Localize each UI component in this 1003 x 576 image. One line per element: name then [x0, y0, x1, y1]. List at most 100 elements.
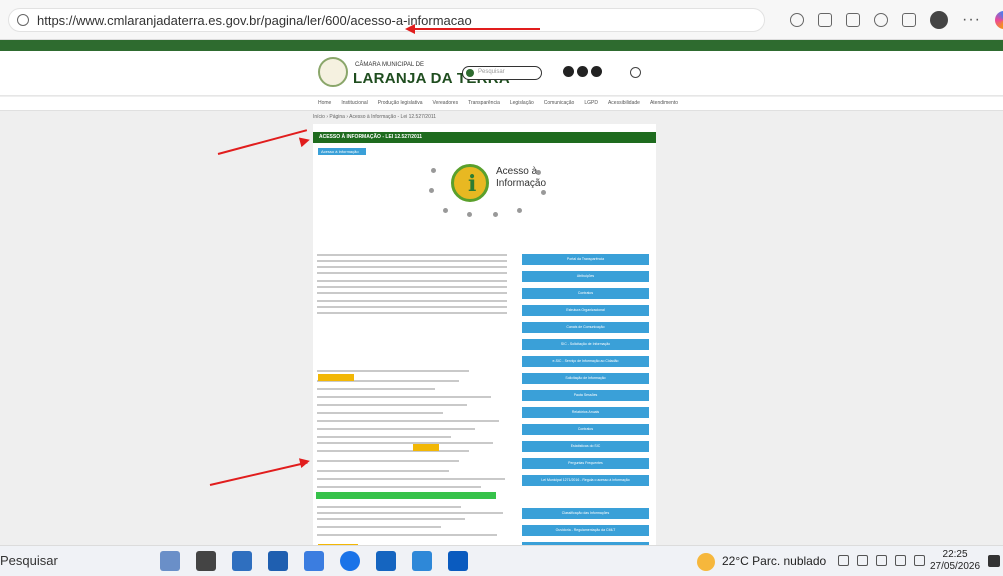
decor-dot-icon [536, 170, 541, 175]
text-line [317, 442, 493, 444]
refresh-icon[interactable] [874, 13, 888, 27]
snipping-tool-icon[interactable] [448, 551, 468, 571]
text-line [317, 300, 507, 302]
collections-icon[interactable] [902, 13, 916, 27]
text-line [317, 526, 441, 528]
text-line [317, 450, 469, 452]
nav-item[interactable]: Vereadores [433, 100, 459, 106]
weather-text[interactable]: 22°C Parc. nublado [722, 554, 826, 568]
decor-dot-icon [517, 208, 522, 213]
sidebar-button[interactable]: Contratos [522, 288, 649, 299]
reader-mode-icon[interactable] [818, 13, 832, 27]
highlighted-heading[interactable] [316, 492, 496, 499]
sidebar-button[interactable]: Solicitação de Informação [522, 373, 649, 384]
sidebar-button-label: Canais de Comunicação [566, 325, 605, 329]
nav-item[interactable]: Comunicação [544, 100, 575, 106]
youtube-icon[interactable] [591, 66, 602, 77]
system-tray [838, 555, 925, 566]
nav-item[interactable]: Transparência [468, 100, 500, 106]
sidebar-button[interactable]: Pauta Sessões [522, 390, 649, 401]
nav-item[interactable]: Home [318, 100, 331, 106]
weather-icon[interactable] [697, 553, 715, 571]
transparency-strip[interactable] [425, 40, 665, 51]
task-view-icon[interactable] [196, 551, 216, 571]
text-line [317, 292, 507, 294]
sidebar-button-label: Lei Municipal 1271/2016 - Regula o acess… [541, 478, 630, 482]
sidebar-button-label: Estatísticas do SIC [570, 444, 601, 448]
pen-icon[interactable] [895, 555, 906, 566]
breadcrumb[interactable]: Início › Página › Acesso à Informação - … [313, 114, 436, 120]
sidebar-button[interactable]: Estatísticas do SIC [522, 441, 649, 452]
network-icon[interactable] [857, 555, 868, 566]
sidebar-button[interactable]: e-SIC - Serviço de Informação ao Cidadão [522, 356, 649, 367]
category-tag[interactable]: Acesso à Informação [318, 148, 366, 155]
sidebar-button[interactable]: Lei Municipal 1271/2016 - Regula o acess… [522, 475, 649, 486]
file-explorer-icon[interactable] [232, 551, 252, 571]
category-tag-label: Acesso à Informação [321, 149, 359, 154]
decor-dot-icon [443, 208, 448, 213]
favorite-star-icon[interactable] [846, 13, 860, 27]
taskbar-search[interactable]: Pesquisar [0, 553, 58, 568]
battery-icon[interactable] [876, 555, 887, 566]
text-line [317, 486, 481, 488]
sidebar-button[interactable]: Portal da Transparência [522, 254, 649, 265]
sidebar-button[interactable]: Perguntas Frequentes [522, 458, 649, 469]
nav-item[interactable]: Acessibilidade [608, 100, 640, 106]
chevron-up-icon[interactable] [838, 555, 849, 566]
sidebar-button-label: SIC - Solicitação de Informação [560, 342, 611, 346]
sidebar-button-label: e-SIC - Serviço de Informação ao Cidadão [552, 359, 619, 363]
content-title: ACESSO À INFORMAÇÃO - LEI 12.527/2011 [319, 134, 423, 140]
sidebar-button-label: Contratos [577, 427, 594, 431]
accessibility-icon[interactable] [630, 67, 641, 78]
arrowhead-icon [405, 24, 415, 34]
sidebar-button[interactable]: Contratos [522, 424, 649, 435]
text-line [317, 254, 507, 256]
sidebar-button[interactable]: Classificação das Informações [522, 508, 649, 519]
profile-avatar[interactable] [930, 11, 948, 29]
more-menu-icon[interactable]: ··· [962, 11, 981, 29]
lock-icon[interactable] [17, 14, 29, 26]
nav-item[interactable]: Atendimento [650, 100, 678, 106]
sidebar-button-label: Perguntas Frequentes [568, 461, 603, 465]
chamber-logo-icon[interactable] [318, 57, 348, 87]
sidebar-button[interactable]: SIC - Solicitação de Informação [522, 339, 649, 350]
site-search-input[interactable]: Pesquisar [462, 66, 542, 80]
clock[interactable]: 22:25 27/05/2026 [930, 549, 980, 573]
copilot-icon[interactable] [994, 11, 1003, 29]
zoom-icon[interactable] [790, 13, 804, 27]
nav-item[interactable]: Institucional [341, 100, 367, 106]
sidebar-button[interactable]: Relatórios Anuais [522, 407, 649, 418]
browser-toolbar: https://www.cmlaranjadaterra.es.gov.br/p… [0, 0, 1003, 40]
photos-app-icon[interactable] [412, 551, 432, 571]
instagram-icon[interactable] [577, 66, 588, 77]
main-nav: Home Institucional Produção legislativa Ver… [0, 97, 1003, 111]
site-header: CÂMARA MUNICIPAL DE LARANJA DA TERRA Pes… [0, 51, 1003, 96]
text-line [317, 420, 499, 422]
volume-icon[interactable] [914, 555, 925, 566]
text-line [317, 388, 435, 390]
address-bar[interactable]: https://www.cmlaranjadaterra.es.gov.br/p… [8, 8, 765, 32]
sidebar-button[interactable]: Ouvidoria - Regulamentação da CMLT [522, 525, 649, 536]
text-line [317, 512, 503, 514]
calculator-icon[interactable] [376, 551, 396, 571]
photos-icon[interactable] [304, 551, 324, 571]
nav-item[interactable]: Legislação [510, 100, 534, 106]
sidebar-button[interactable]: Canais de Comunicação [522, 322, 649, 333]
sidebar-button-label: Contratos [577, 291, 594, 295]
store-icon[interactable] [268, 551, 288, 571]
nav-item[interactable]: LGPD [584, 100, 598, 106]
sidebar-button-label: Atribuições [576, 274, 595, 278]
logo-text-line2: Informação [496, 178, 547, 189]
text-line [317, 436, 451, 438]
sidebar-button-label: Solicitação de Informação [565, 376, 606, 380]
nav-item[interactable]: Produção legislativa [378, 100, 423, 106]
search-icon [466, 69, 474, 77]
sidebar-button[interactable]: Estrutura Organizacional [522, 305, 649, 316]
sidebar-button-label: Ouvidoria - Regulamentação da CMLT [555, 528, 616, 532]
sidebar-button-label: Relatórios Anuais [571, 410, 600, 414]
sidebar-button[interactable]: Atribuições [522, 271, 649, 282]
facebook-icon[interactable] [563, 66, 574, 77]
app-icon[interactable] [160, 551, 180, 571]
notifications-icon[interactable] [988, 555, 1000, 567]
edge-browser-icon[interactable] [340, 551, 360, 571]
